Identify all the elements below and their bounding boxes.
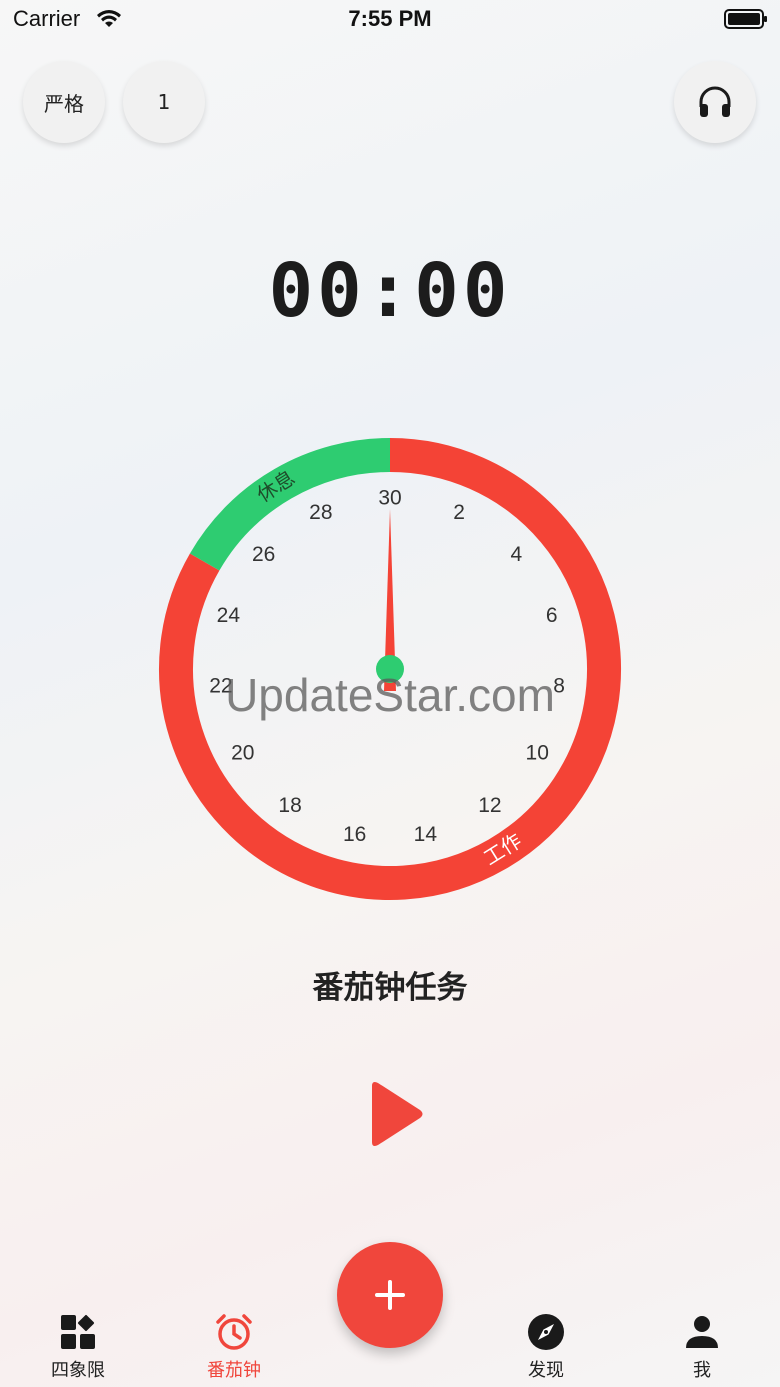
- tab-label-quadrant: 四象限: [51, 1360, 105, 1381]
- tick-label: 12: [478, 794, 501, 817]
- timer-display: 00:00: [268, 248, 512, 334]
- tick-label: 28: [309, 501, 332, 524]
- add-task-button[interactable]: [337, 1242, 443, 1348]
- headphones-icon: [699, 86, 731, 117]
- tab-pomodoro[interactable]: 番茄钟: [174, 1312, 294, 1382]
- tick-label: 6: [546, 604, 558, 627]
- quadrant-grid-icon: [61, 1314, 95, 1349]
- battery-icon: [724, 9, 767, 29]
- tick-label: 20: [231, 742, 254, 765]
- tab-label-pomodoro: 番茄钟: [207, 1360, 261, 1381]
- strict-mode-label: 严格: [44, 91, 84, 116]
- tab-me[interactable]: 我: [642, 1312, 762, 1382]
- rest-segment: [189, 438, 391, 571]
- tick-label: 26: [252, 543, 275, 566]
- sound-button[interactable]: [674, 61, 756, 143]
- task-title[interactable]: 番茄钟任务: [0, 962, 780, 1007]
- plus-icon: [375, 1280, 405, 1310]
- count-label: 1: [157, 90, 171, 114]
- play-icon[interactable]: [364, 1078, 428, 1150]
- tick-label: 24: [217, 604, 241, 627]
- status-bar: Carrier 7:55 PM: [0, 0, 780, 40]
- tick-label: 4: [510, 543, 522, 566]
- tick-label: 30: [378, 487, 401, 510]
- alarm-clock-icon: [216, 1314, 252, 1350]
- tick-label: 2: [453, 501, 465, 524]
- strict-mode-button[interactable]: 严格: [23, 61, 105, 143]
- tick-label: 18: [278, 794, 301, 817]
- tab-discover[interactable]: 发现: [486, 1312, 606, 1382]
- tick-label: 10: [526, 742, 549, 765]
- tab-label-discover: 发现: [528, 1360, 564, 1381]
- tab-quadrant[interactable]: 四象限: [18, 1312, 138, 1382]
- watermark: UpdateStar.com: [225, 669, 555, 721]
- tick-label: 14: [414, 823, 438, 846]
- dial-hand: [376, 509, 404, 691]
- person-icon: [686, 1316, 718, 1348]
- status-time: 7:55 PM: [348, 6, 432, 31]
- compass-icon: [528, 1314, 564, 1350]
- tab-label-me: 我: [693, 1360, 711, 1381]
- count-button[interactable]: 1: [123, 61, 205, 143]
- tick-label: 16: [343, 823, 366, 846]
